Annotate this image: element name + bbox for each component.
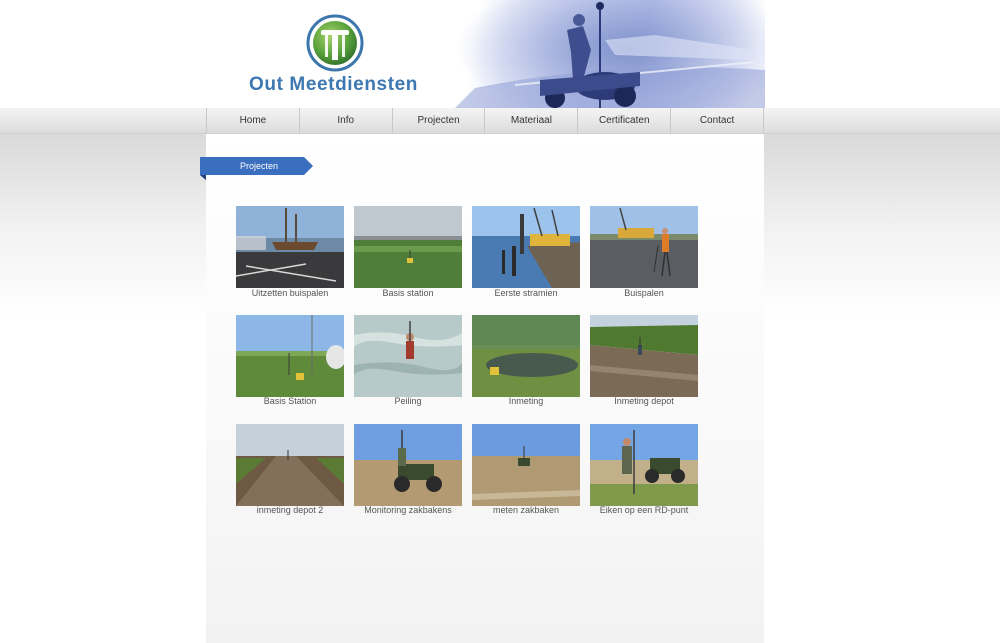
project-thumb-eiken-op-een-rd-punt[interactable] [590, 424, 698, 506]
project-thumb-basis-station-2[interactable] [236, 315, 344, 397]
project-thumb-monitoring-zakbakens[interactable] [354, 424, 462, 506]
brand-name: Out Meetdiensten [249, 74, 419, 95]
project-label[interactable]: Eerste stramien [466, 288, 586, 298]
project-label[interactable]: Inmeting [466, 396, 586, 406]
project-thumb-basis-station[interactable] [354, 206, 462, 288]
logo[interactable]: Out Meetdiensten [244, 12, 429, 98]
project-label[interactable]: Monitoring zakbakens [348, 505, 468, 515]
surveyor-tripod-logo-icon [306, 14, 364, 72]
project-thumb-inmeting[interactable] [472, 315, 580, 397]
nav-materiaal[interactable]: Materiaal [485, 108, 579, 134]
section-title: Projecten [239, 161, 279, 171]
project-label[interactable]: inmeting depot 2 [230, 505, 350, 515]
project-thumb-eerste-stramien[interactable] [472, 206, 580, 288]
project-thumb-inmeting-depot[interactable] [590, 315, 698, 397]
project-label[interactable]: Uitzetten buispalen [230, 288, 350, 298]
section-title-tab: Projecten [200, 157, 313, 180]
project-thumb-meten-zakbaken[interactable] [472, 424, 580, 506]
project-thumb-peiling[interactable] [354, 315, 462, 397]
nav-certificaten[interactable]: Certificaten [578, 108, 672, 134]
project-label[interactable]: Eiken op een RD-punt [584, 505, 704, 515]
project-thumb-uitzetten-buispalen[interactable] [236, 206, 344, 288]
project-label[interactable]: Buispalen [584, 288, 704, 298]
header: Out Meetdiensten [0, 0, 1000, 108]
project-thumb-inmeting-depot-2[interactable] [236, 424, 344, 506]
project-label[interactable]: Basis station [348, 288, 468, 298]
project-label[interactable]: Basis Station [230, 396, 350, 406]
project-label[interactable]: meten zakbaken [466, 505, 586, 515]
nav-contact[interactable]: Contact [671, 108, 764, 134]
nav-info[interactable]: Info [300, 108, 393, 134]
project-label[interactable]: Peiling [348, 396, 468, 406]
main-nav: Home Info Projecten Materiaal Certificat… [206, 108, 764, 134]
project-label[interactable]: Inmeting depot [584, 396, 704, 406]
nav-bar: Home Info Projecten Materiaal Certificat… [0, 108, 1000, 134]
nav-projecten[interactable]: Projecten [393, 108, 486, 134]
header-photo [455, 0, 765, 108]
nav-home[interactable]: Home [207, 108, 300, 134]
project-thumb-buispalen[interactable] [590, 206, 698, 288]
